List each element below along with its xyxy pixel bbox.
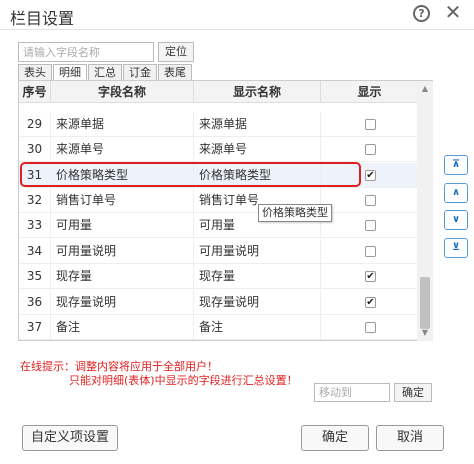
- show-checkbox[interactable]: [365, 322, 376, 333]
- row-field-name: 备注: [51, 315, 194, 340]
- row-show-cell: [321, 112, 419, 137]
- table-row[interactable]: 37 备注 备注: [19, 315, 419, 340]
- move-to-bottom-button[interactable]: ⊻: [444, 238, 468, 258]
- title-bar: 栏目设置 ? ✕: [0, 0, 474, 30]
- row-show-cell: [321, 137, 419, 162]
- row-show-cell: [321, 213, 419, 238]
- row-show-cell: [321, 239, 419, 264]
- move-to-input[interactable]: [314, 383, 390, 402]
- table-row[interactable]: 33 可用量 可用量: [19, 213, 419, 238]
- locate-button[interactable]: 定位: [158, 42, 194, 62]
- row-seq: 29: [19, 112, 51, 137]
- row-seq: 34: [19, 239, 51, 264]
- row-field-name: 来源单据: [51, 112, 194, 137]
- header-seq: 序号: [19, 81, 51, 103]
- show-checkbox[interactable]: ✔: [365, 170, 376, 181]
- custom-items-button[interactable]: 自定义项设置: [22, 425, 118, 451]
- row-field-name: 销售订单号: [51, 188, 194, 213]
- row-display-name[interactable]: 可用量说明: [194, 239, 321, 264]
- row-seq: 30: [19, 137, 51, 162]
- row-field-name: 现存量说明: [51, 290, 194, 315]
- tab-deposit[interactable]: 订金: [123, 64, 157, 81]
- show-checkbox[interactable]: ✔: [365, 297, 376, 308]
- table-row[interactable]: 34 可用量说明 可用量说明: [19, 239, 419, 264]
- row-seq: 37: [19, 315, 51, 340]
- row-display-name[interactable]: 现存量: [194, 264, 321, 289]
- row-display-name[interactable]: 现存量说明: [194, 290, 321, 315]
- row-show-cell: [321, 315, 419, 340]
- ok-button[interactable]: 确定: [301, 425, 369, 451]
- table-row[interactable]: 32 销售订单号 销售订单号: [19, 188, 419, 213]
- move-to-confirm-button[interactable]: 确定: [394, 383, 432, 402]
- row-seq: 32: [19, 188, 51, 213]
- row-field-name: 可用量说明: [51, 239, 194, 264]
- table-row[interactable]: 29 来源单据 来源单据: [19, 112, 419, 137]
- row-show-cell: ✔: [321, 264, 419, 289]
- scroll-thumb[interactable]: [420, 277, 430, 329]
- row-seq: 33: [19, 213, 51, 238]
- close-icon[interactable]: ✕: [443, 2, 463, 22]
- row-show-cell: [321, 188, 419, 213]
- grid-header: 序号 字段名称 显示名称 显示: [19, 81, 419, 103]
- show-checkbox[interactable]: ✔: [365, 271, 376, 282]
- row-seq: 35: [19, 264, 51, 289]
- row-seq: 36: [19, 290, 51, 315]
- hint-line-2: 只能对明细(表体)中显示的字段进行汇总设置！: [69, 374, 298, 387]
- highlight-annotation-box: [20, 162, 361, 187]
- field-grid: 序号 字段名称 显示名称 显示 29 来源单据 来源单据 30 来源单号 来源单…: [18, 80, 433, 341]
- field-search-input[interactable]: [18, 42, 154, 62]
- header-display-name: 显示名称: [194, 81, 321, 103]
- scroll-down-arrow-icon[interactable]: ▼: [417, 325, 433, 341]
- tab-bar: 表头 明细 汇总 订金 表尾: [18, 64, 193, 81]
- show-checkbox[interactable]: [365, 119, 376, 130]
- cancel-button[interactable]: 取消: [376, 425, 444, 451]
- show-checkbox[interactable]: [365, 246, 376, 257]
- show-checkbox[interactable]: [365, 195, 376, 206]
- scroll-up-arrow-icon[interactable]: ▲: [417, 81, 433, 97]
- row-field-name: 可用量: [51, 213, 194, 238]
- row-display-name[interactable]: 来源单号: [194, 137, 321, 162]
- dialog-title: 栏目设置: [10, 9, 75, 28]
- help-icon[interactable]: ?: [413, 5, 430, 22]
- row-display-name[interactable]: 备注: [194, 315, 321, 340]
- header-field-name: 字段名称: [51, 81, 194, 103]
- show-checkbox[interactable]: [365, 220, 376, 231]
- show-checkbox[interactable]: [365, 144, 376, 155]
- table-row[interactable]: 35 现存量 现存量 ✔: [19, 264, 419, 289]
- row-field-name: 现存量: [51, 264, 194, 289]
- tab-summary[interactable]: 汇总: [88, 64, 122, 81]
- move-up-button[interactable]: ∧: [444, 183, 468, 203]
- row-display-name[interactable]: 来源单据: [194, 112, 321, 137]
- tab-detail[interactable]: 明细: [53, 64, 87, 81]
- tab-footer[interactable]: 表尾: [158, 64, 192, 81]
- move-down-button[interactable]: ∨: [444, 210, 468, 230]
- table-row[interactable]: 36 现存量说明 现存量说明 ✔: [19, 290, 419, 315]
- table-row[interactable]: 30 来源单号 来源单号: [19, 137, 419, 162]
- row-show-cell: ✔: [321, 290, 419, 315]
- header-show: 显示: [321, 81, 419, 103]
- row-field-name: 来源单号: [51, 137, 194, 162]
- grid-scrollbar[interactable]: ▲ ▼: [417, 81, 433, 341]
- tab-header[interactable]: 表头: [18, 64, 52, 81]
- cell-tooltip: 价格策略类型: [258, 204, 332, 222]
- move-to-top-button[interactable]: ⊼: [444, 155, 468, 175]
